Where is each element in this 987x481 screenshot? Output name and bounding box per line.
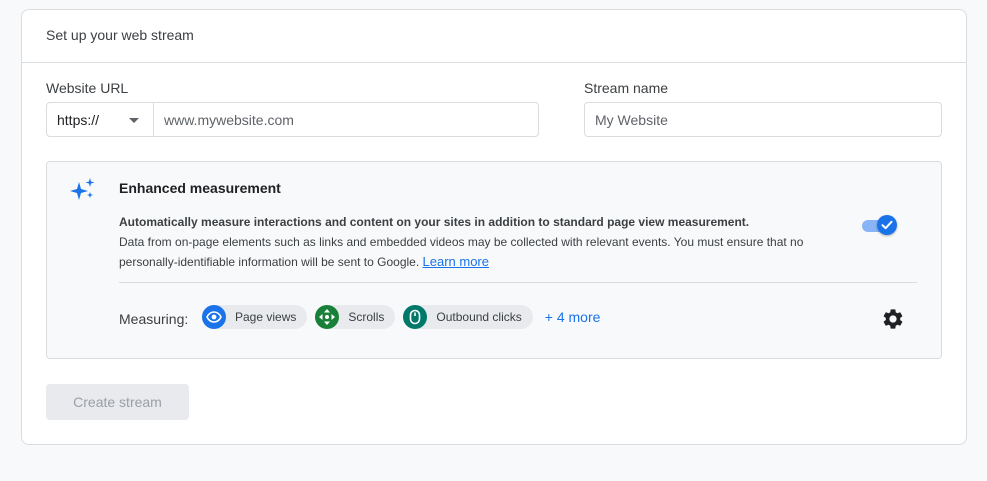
website-url-label: Website URL <box>46 80 129 96</box>
enhanced-measurement-title: Enhanced measurement <box>119 180 281 196</box>
panel-divider <box>119 282 917 283</box>
web-stream-card: Set up your web stream Website URL https… <box>21 9 967 445</box>
protocol-value: https:// <box>57 111 100 128</box>
chevron-down-icon <box>129 118 139 123</box>
scroll-icon <box>315 305 340 329</box>
more-events-link[interactable]: + 4 more <box>545 309 601 325</box>
stream-name-label: Stream name <box>584 80 669 96</box>
eye-icon <box>202 305 226 329</box>
card-title: Set up your web stream <box>22 10 966 63</box>
enhanced-measurement-toggle[interactable] <box>860 214 898 236</box>
create-stream-button[interactable]: Create stream <box>46 384 189 420</box>
learn-more-link[interactable]: Learn more <box>423 254 489 269</box>
sparkle-icon <box>70 178 95 200</box>
chip-page-views[interactable]: Page views <box>202 305 308 329</box>
stream-name-input[interactable] <box>584 102 942 137</box>
enhanced-measurement-panel: Enhanced measurement Automatically measu… <box>46 161 942 359</box>
enhanced-measurement-description: Data from on-page elements such as links… <box>119 232 849 272</box>
check-icon <box>881 220 893 230</box>
chip-label: Page views <box>235 310 297 324</box>
website-url-field: https:// <box>46 102 539 137</box>
chip-label: Scrolls <box>348 310 385 324</box>
measuring-label: Measuring: <box>119 311 189 327</box>
toggle-thumb <box>877 215 897 235</box>
chip-label: Outbound clicks <box>436 310 522 324</box>
enhanced-measurement-summary: Automatically measure interactions and c… <box>119 215 750 229</box>
gear-icon[interactable] <box>881 307 905 331</box>
mouse-icon <box>403 305 428 329</box>
chip-outbound-clicks[interactable]: Outbound clicks <box>403 305 533 329</box>
measuring-chips: Page views Scrolls Outbound clicks + 4 m… <box>202 305 600 329</box>
chip-scrolls[interactable]: Scrolls <box>315 305 396 329</box>
website-url-input[interactable] <box>154 103 538 136</box>
protocol-select[interactable]: https:// <box>47 103 154 136</box>
